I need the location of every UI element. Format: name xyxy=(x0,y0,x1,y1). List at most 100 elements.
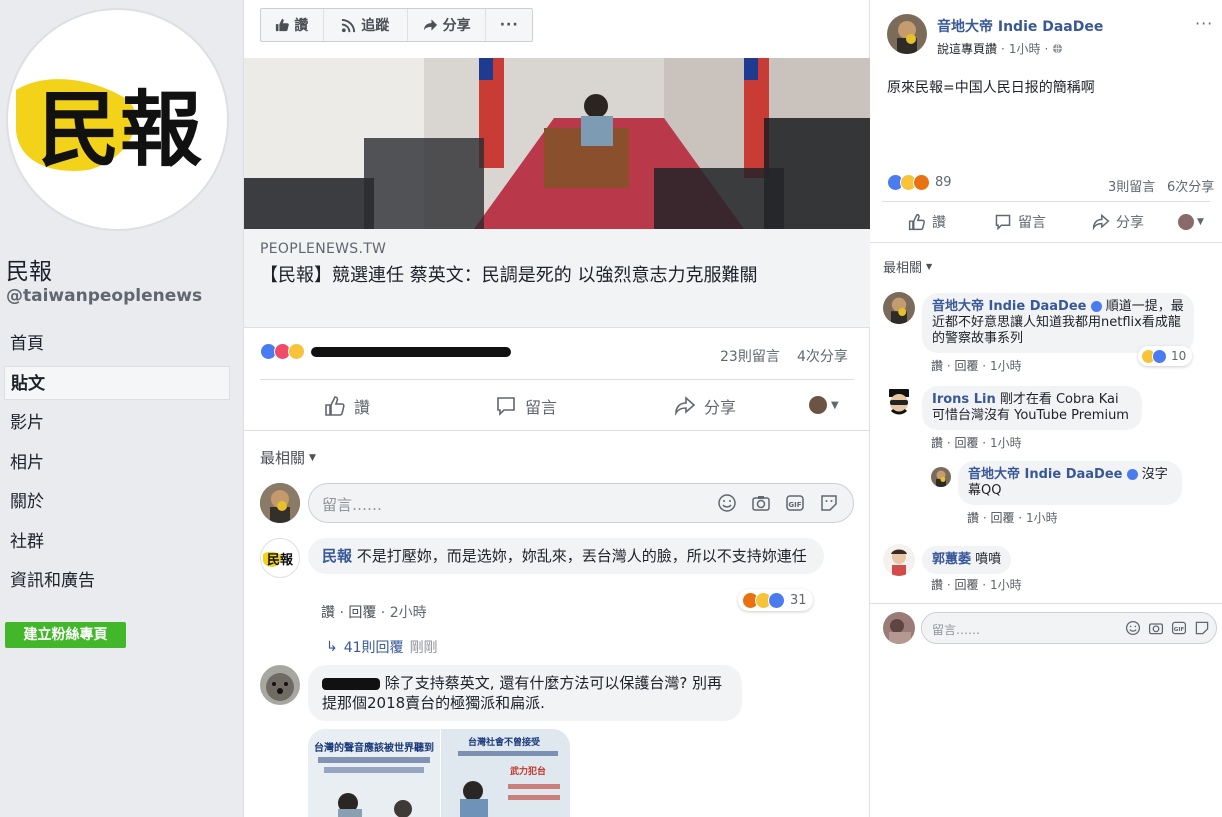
post-time[interactable]: 1小時 xyxy=(1009,40,1041,57)
comment-reactions[interactable]: 31 xyxy=(738,589,813,611)
share-page-button[interactable]: 分享 xyxy=(408,9,487,41)
comment-composer[interactable]: 留言…… GIF xyxy=(308,483,854,523)
post-reactions[interactable] xyxy=(260,343,511,360)
comment-author[interactable]: 郭蕙萎 xyxy=(932,552,971,567)
comment-author[interactable]: 音地大帝 Indie DaaDee xyxy=(932,299,1086,314)
comment-text: 不是打壓妳，而是选妳，妳乱來，丟台灣人的臉，所以不支持妳連任 xyxy=(356,547,807,565)
page-handle[interactable]: @taiwanpeoplenews xyxy=(6,286,202,306)
share-action-button[interactable]: 分享 xyxy=(674,394,736,418)
composer-tools: GIF xyxy=(1125,620,1210,636)
comment-reply-link[interactable]: 回覆 xyxy=(954,578,978,592)
post-as-selector[interactable]: ▼ xyxy=(1178,214,1204,230)
reply-author[interactable]: 音地大帝 Indie DaaDee xyxy=(968,467,1122,482)
comment-sort-dropdown[interactable]: 最相關 ▼ xyxy=(260,447,316,468)
comment-attached-image[interactable]: 台灣的聲音應該被世界聽到 台灣社會不曾接受 武力犯台 xyxy=(308,729,570,817)
reply-reply-link[interactable]: 回覆 xyxy=(990,511,1014,525)
comment-time[interactable]: 1小時 xyxy=(990,436,1022,450)
comment-input[interactable]: 留言…… xyxy=(932,621,980,638)
comment-composer[interactable]: 留言…… GIF xyxy=(921,612,1217,644)
avatar[interactable]: 民報 xyxy=(260,538,300,578)
post-share-count[interactable]: 4次分享 xyxy=(797,346,848,366)
camera-icon[interactable] xyxy=(1148,620,1164,636)
nav-item-photos[interactable]: 相片 xyxy=(4,446,230,480)
like-action-button[interactable]: 讚 xyxy=(324,394,370,418)
comment-time[interactable]: 1小時 xyxy=(990,578,1022,592)
reaction-count: 89 xyxy=(935,175,952,190)
page-logo-image: 民報 xyxy=(16,79,202,178)
composer-tools: GIF xyxy=(717,493,839,513)
post-reactions[interactable]: 89 xyxy=(887,174,952,191)
comment-meta: 讚 · 回覆 · 2小時 xyxy=(321,605,427,621)
more-options-icon[interactable]: ··· xyxy=(1195,14,1213,33)
post-comment-count[interactable]: 23則留言 xyxy=(720,346,780,366)
nav-item-home[interactable]: 首頁 xyxy=(4,327,230,361)
avatar[interactable] xyxy=(883,292,915,324)
follow-button[interactable]: 追蹤 xyxy=(324,9,408,41)
article-image[interactable] xyxy=(244,58,870,229)
camera-icon[interactable] xyxy=(751,493,771,513)
emoji-icon[interactable] xyxy=(717,493,737,513)
nav-item-info-ads[interactable]: 資訊和廣告 xyxy=(4,564,230,598)
more-options-button[interactable]: ··· xyxy=(486,9,532,41)
comment-like-link[interactable]: 讚 xyxy=(931,578,943,592)
sticker-icon[interactable] xyxy=(1194,620,1210,636)
nav-item-about[interactable]: 關於 xyxy=(4,485,230,519)
reply-like-link[interactable]: 讚 xyxy=(967,511,979,525)
avatar[interactable] xyxy=(883,386,915,418)
comment-count[interactable]: 3則留言 xyxy=(1108,176,1155,195)
nav-item-videos[interactable]: 影片 xyxy=(4,406,230,440)
comment-reply-link[interactable]: 回覆 xyxy=(954,359,978,373)
comment-like-link[interactable]: 讚 xyxy=(321,605,335,621)
comment-reactions[interactable]: 10 xyxy=(1138,346,1193,366)
like-page-button[interactable]: 讚 xyxy=(261,9,324,41)
comment-sort-dropdown[interactable]: 最相關 ▼ xyxy=(883,257,932,276)
page-logo[interactable]: 民報 xyxy=(6,8,229,231)
page-sidebar: 民報 民報 @taiwanpeoplenews 首頁 貼文 影片 相片 關於 社… xyxy=(0,0,243,817)
svg-text:GIF: GIF xyxy=(1174,627,1185,633)
comment-bubble-icon xyxy=(995,214,1011,231)
nav-item-community[interactable]: 社群 xyxy=(4,525,230,559)
comment-like-link[interactable]: 讚 xyxy=(931,359,943,373)
sticker-icon[interactable] xyxy=(819,493,839,513)
comment-time[interactable]: 2小時 xyxy=(390,605,427,621)
comment-input[interactable]: 留言…… xyxy=(322,494,382,515)
share-action-button[interactable]: 分享 xyxy=(1092,212,1144,232)
reply-time[interactable]: 1小時 xyxy=(1026,511,1058,525)
commenter-avatar-image xyxy=(931,467,951,487)
comment-action-button[interactable]: 留言 xyxy=(495,394,557,418)
article-link-preview[interactable]: PEOPLENEWS.TW 【民報】競選連任 蔡英文：民調是死的 以強烈意志力克… xyxy=(244,229,870,328)
like-action-label: 讚 xyxy=(354,398,371,417)
gif-icon[interactable]: GIF xyxy=(1171,620,1187,636)
share-page-label: 分享 xyxy=(442,18,471,34)
comment-author[interactable]: 民報 xyxy=(322,547,352,565)
comment-reply-link[interactable]: 回覆 xyxy=(348,605,376,621)
angry-reaction-icon xyxy=(913,174,930,191)
avatar[interactable] xyxy=(931,467,951,487)
comment-author[interactable]: Irons Lin xyxy=(932,392,996,407)
like-action-button[interactable]: 讚 xyxy=(908,212,946,232)
comment-reply-link[interactable]: 回覆 xyxy=(954,436,978,450)
post-as-selector[interactable]: ▼ xyxy=(809,396,839,414)
comment-bubble-icon xyxy=(497,397,515,416)
create-page-button[interactable]: 建立粉絲專頁 xyxy=(5,622,126,648)
avatar[interactable] xyxy=(260,665,300,705)
comment-time[interactable]: 1小時 xyxy=(990,359,1022,373)
thumbs-up-icon xyxy=(276,18,290,32)
emoji-icon[interactable] xyxy=(1125,620,1141,636)
comment-text: 噴噴 xyxy=(975,552,1002,567)
press-conference-photo xyxy=(244,58,870,229)
comment-action-button[interactable]: 留言 xyxy=(994,212,1046,232)
replies-count: 41則回覆 xyxy=(343,640,404,656)
nav-item-posts[interactable]: 貼文 xyxy=(4,366,230,400)
comment-bubble: Irons Lin 剛才在看 Cobra Kai 可惜台灣沒有 YouTube … xyxy=(922,386,1142,430)
avatar xyxy=(809,396,827,414)
avatar[interactable] xyxy=(887,14,927,54)
avatar[interactable] xyxy=(883,544,915,576)
page-name[interactable]: 民報 xyxy=(6,252,52,286)
share-count[interactable]: 6次分享 xyxy=(1167,176,1214,195)
view-replies-link[interactable]: ↳ 41則回覆 剛剛 xyxy=(326,637,438,657)
comment-bubble: 音地大帝 Indie DaaDee 順道一提，最近都不好意思讓人知道我都用net… xyxy=(922,293,1194,353)
post-author-name[interactable]: 音地大帝 Indie DaaDee xyxy=(937,16,1103,36)
gif-icon[interactable]: GIF xyxy=(785,493,805,513)
comment-like-link[interactable]: 讚 xyxy=(931,436,943,450)
